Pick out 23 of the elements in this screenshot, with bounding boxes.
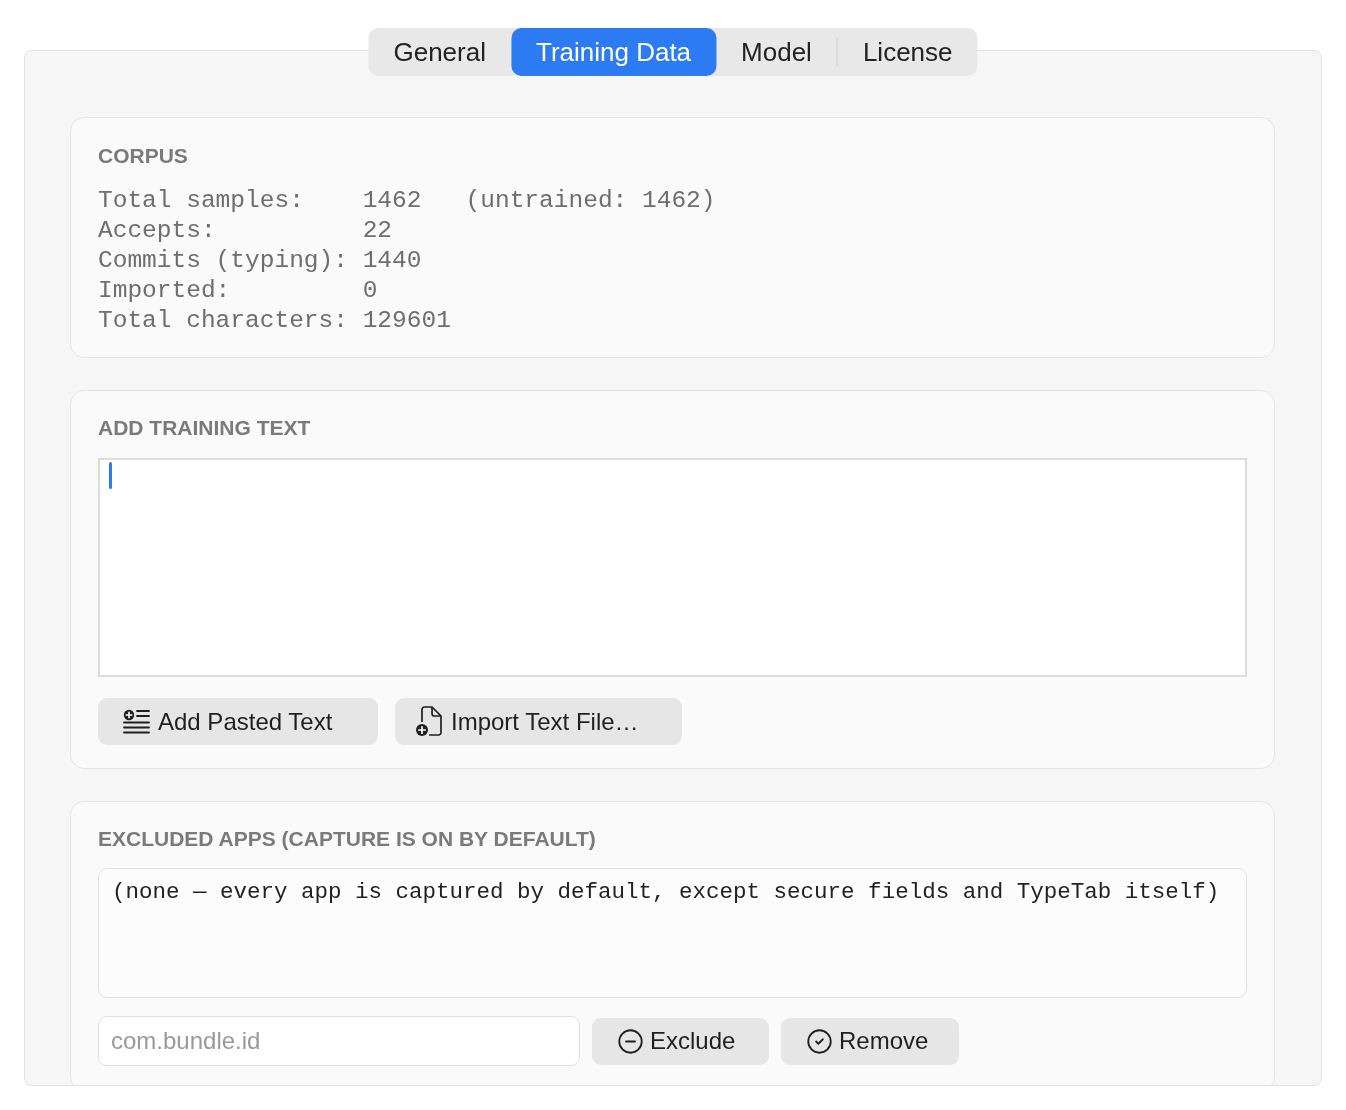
circle-check-icon <box>806 1027 833 1055</box>
circle-minus-icon <box>617 1027 644 1055</box>
add-pasted-text-button[interactable]: Add Pasted Text <box>98 698 378 745</box>
tab[interactable]: License <box>837 28 978 76</box>
training-text-area[interactable] <box>98 458 1247 677</box>
exclude-button[interactable]: Exclude <box>592 1017 769 1065</box>
corpus-stat-line: Commits (typing): 1440 <box>98 246 422 276</box>
remove-button[interactable]: Remove <box>781 1017 959 1065</box>
tab[interactable]: General <box>368 28 511 76</box>
empty-list-message: (none — every app is captured by default, except secure fields and TypeTab itself) <box>112 878 1220 907</box>
corpus-stat-line: Imported: 0 <box>98 276 378 306</box>
corpus-stat-line: Total characters: 129601 <box>98 306 451 336</box>
tab[interactable]: Model <box>716 28 837 76</box>
text-list-plus-icon <box>123 709 150 734</box>
import-text-file-button[interactable]: Import Text File… <box>395 698 682 745</box>
section-title: EXCLUDED APPS (CAPTURE IS ON BY DEFAULT) <box>98 826 597 852</box>
corpus-stat-line: Total samples: 1462 (untrained: 1462) <box>98 186 716 216</box>
bundle-id-field[interactable]: com.bundle.id <box>98 1016 580 1066</box>
tab[interactable]: Training Data <box>510 28 717 76</box>
section-title: CORPUS <box>98 143 189 169</box>
corpus-stat-line: Accepts: 22 <box>98 216 393 246</box>
section-title: ADD TRAINING TEXT <box>98 415 312 441</box>
document-plus-icon <box>415 706 443 737</box>
